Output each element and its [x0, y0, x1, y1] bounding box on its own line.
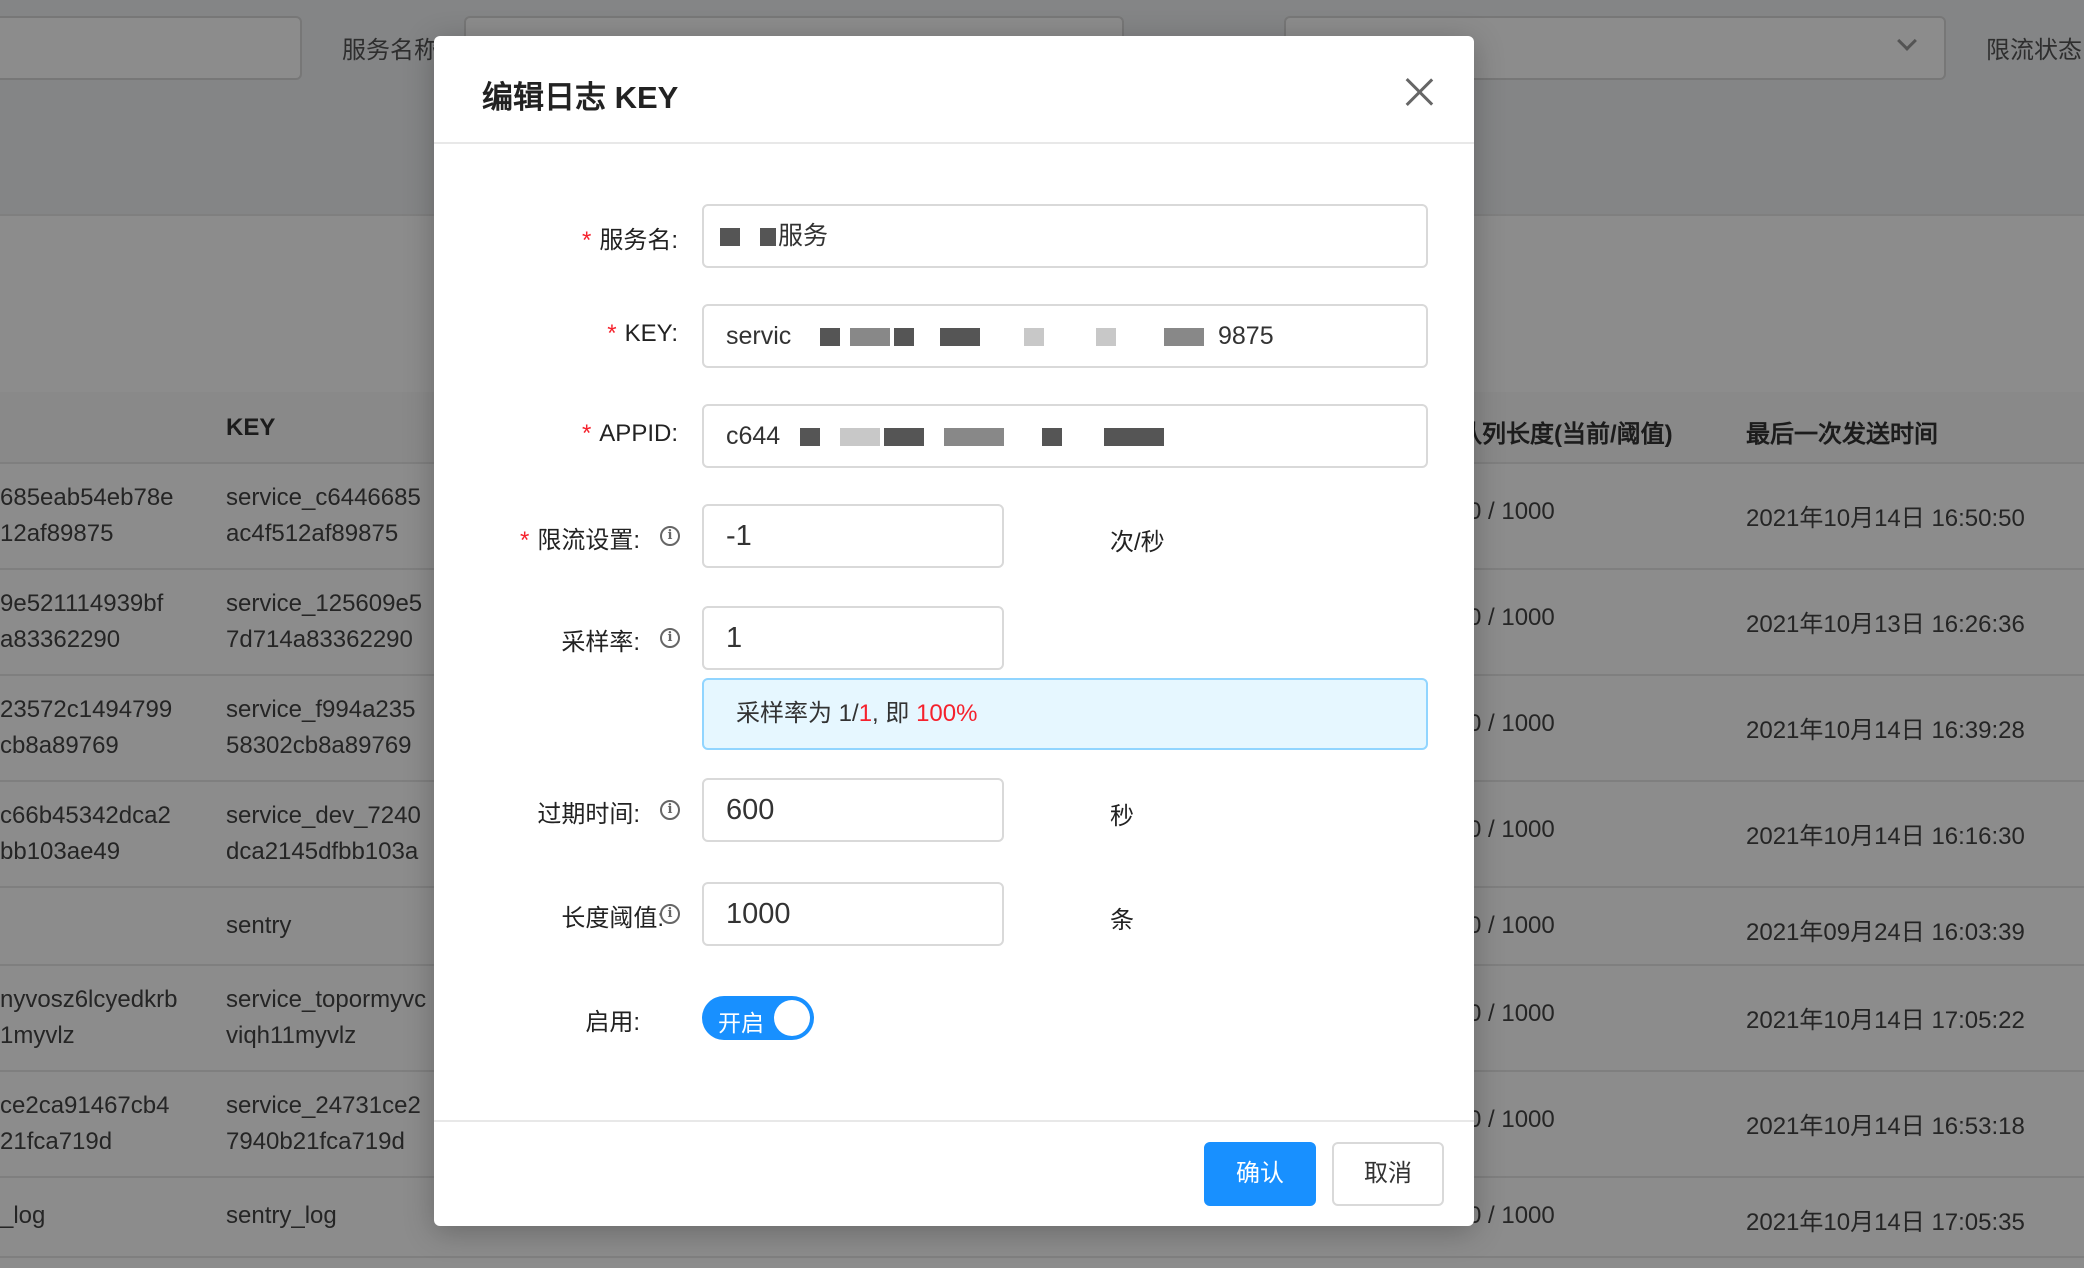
expire-time-unit: 秒 — [1110, 803, 1134, 830]
close-icon[interactable] — [1402, 74, 1438, 110]
enabled-label: 启用: — [585, 1009, 640, 1036]
redacted-block — [940, 328, 980, 346]
redacted-block — [894, 328, 914, 346]
required-mark: * — [581, 420, 592, 447]
sample-rate-input[interactable]: 1 — [702, 606, 1004, 670]
form-row-key: * KEY: servic 9875 — [434, 304, 1474, 368]
switch-knob — [774, 1000, 810, 1036]
rate-limit-label: * 限流设置: — [520, 520, 640, 555]
info-icon[interactable]: i — [660, 526, 680, 546]
key-input[interactable]: servic 9875 — [702, 304, 1428, 368]
confirm-button[interactable]: 确认 — [1204, 1142, 1316, 1206]
length-threshold-input[interactable]: 1000 — [702, 882, 1004, 946]
appid-value-prefix: c644 — [726, 422, 781, 450]
required-mark: * — [519, 527, 530, 554]
redacted-block — [840, 428, 880, 446]
modal-footer: 确认 取消 — [434, 1120, 1474, 1226]
sample-hint-middle: , 即 — [872, 700, 917, 727]
info-icon[interactable]: i — [660, 628, 680, 648]
rate-limit-unit: 次/秒 — [1110, 529, 1165, 556]
redacted-block — [720, 228, 740, 246]
form-row-rate-limit: * 限流设置: i -1 次/秒 — [434, 504, 1474, 568]
switch-text: 开启 — [718, 1010, 764, 1036]
info-icon[interactable]: i — [660, 800, 680, 820]
info-icon[interactable]: i — [660, 904, 680, 924]
rate-limit-input[interactable]: -1 — [702, 504, 1004, 568]
expire-time-label: 过期时间: — [537, 801, 640, 828]
redacted-block — [800, 428, 820, 446]
form-row-appid: * APPID: c644 — [434, 404, 1474, 468]
modal-header: 编辑日志 KEY — [434, 36, 1474, 144]
redacted-block — [1024, 328, 1044, 346]
redacted-block — [850, 328, 890, 346]
required-mark: * — [581, 227, 592, 254]
redacted-block — [760, 228, 776, 246]
form-row-expire-time: 过期时间: i 600 秒 — [434, 778, 1474, 842]
sample-rate-label: 采样率: — [561, 629, 640, 656]
form-row-service-name: * 服务名: 服务 — [434, 204, 1474, 268]
required-mark: * — [607, 320, 617, 347]
sample-hint-ratio: 1 — [858, 700, 873, 727]
service-name-label: * 服务名: — [582, 220, 678, 255]
form-row-enabled: 启用: 开启 — [434, 996, 1474, 1040]
appid-label: * APPID: — [582, 420, 678, 448]
sample-hint-percent: 100% — [916, 700, 978, 727]
redacted-block — [1104, 428, 1164, 446]
redacted-block — [820, 328, 840, 346]
enabled-switch[interactable]: 开启 — [702, 996, 814, 1040]
sample-rate-hint: 采样率为 1/1, 即 100% — [702, 678, 1428, 750]
appid-input[interactable]: c644 — [702, 404, 1428, 468]
redacted-block — [1164, 328, 1204, 346]
modal-title: 编辑日志 KEY — [482, 80, 679, 115]
appid-label-text: APPID: — [599, 420, 678, 447]
key-value-prefix: servic — [726, 322, 792, 350]
redacted-block — [884, 428, 924, 446]
rate-limit-label-text: 限流设置: — [537, 527, 640, 554]
key-value-suffix: 9875 — [1218, 322, 1274, 350]
key-label-text: KEY: — [624, 320, 678, 347]
cancel-button[interactable]: 取消 — [1332, 1142, 1444, 1206]
expire-time-input[interactable]: 600 — [702, 778, 1004, 842]
edit-key-modal: 编辑日志 KEY * 服务名: 服务 * KEY: servic 9875 * APP… — [434, 36, 1474, 1226]
form-row-sample-rate: 采样率: i 1 — [434, 606, 1474, 670]
key-label: * KEY: — [607, 320, 678, 348]
length-threshold-unit: 条 — [1110, 907, 1134, 934]
service-name-input[interactable]: 服务 — [702, 204, 1428, 268]
length-threshold-label: 长度阈值: — [561, 905, 664, 932]
redacted-block — [1096, 328, 1116, 346]
sample-hint-prefix: 采样率为 1/ — [736, 700, 859, 727]
redacted-block — [944, 428, 1004, 446]
service-name-label-text: 服务名: — [599, 227, 678, 254]
redacted-block — [1042, 428, 1062, 446]
service-name-value: 服务 — [778, 222, 829, 250]
form-row-length-threshold: 长度阈值: i 1000 条 — [434, 882, 1474, 946]
